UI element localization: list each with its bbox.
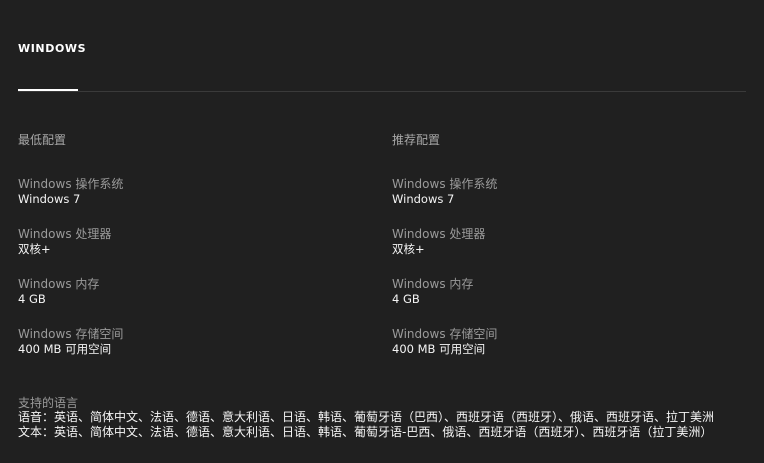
spec-processor: Windows 处理器 双核+: [18, 226, 358, 257]
spec-value: 4 GB: [392, 292, 420, 306]
spec-value: Windows 7: [18, 192, 81, 206]
spec-value: 400 MB 可用空间: [392, 342, 486, 356]
spec-label: Windows 存储空间: [392, 327, 498, 341]
minimum-requirements-title: 最低配置: [18, 133, 67, 147]
spec-label: Windows 处理器: [18, 227, 112, 241]
spec-value: 400 MB 可用空间: [18, 342, 112, 356]
text-languages: 文本：英语、简体中文、法语、德语、意大利语、日语、韩语、葡萄牙语-巴西、俄语、西…: [18, 425, 713, 439]
spec-os: Windows 操作系统 Windows 7: [392, 176, 732, 207]
spec-label: Windows 存储空间: [18, 327, 124, 341]
spec-label: Windows 内存: [392, 277, 474, 291]
spec-label: Windows 操作系统: [392, 177, 498, 191]
spec-memory: Windows 内存 4 GB: [392, 276, 732, 307]
supported-languages: 支持的语言 语音：英语、简体中文、法语、德语、意大利语、日语、韩语、葡萄牙语（巴…: [18, 396, 764, 440]
spec-os: Windows 操作系统 Windows 7: [18, 176, 358, 207]
spec-storage: Windows 存储空间 400 MB 可用空间: [392, 326, 732, 357]
spec-storage: Windows 存储空间 400 MB 可用空间: [18, 326, 358, 357]
spec-processor: Windows 处理器 双核+: [392, 226, 732, 257]
recommended-requirements-title: 推荐配置: [392, 133, 441, 147]
spec-label: Windows 操作系统: [18, 177, 124, 191]
recommended-requirements: 推荐配置 Windows 操作系统 Windows 7 Windows 处理器 …: [392, 131, 732, 356]
spec-value: 双核+: [18, 242, 51, 256]
spec-value: 4 GB: [18, 292, 46, 306]
platform-tab-bar: WINDOWS: [18, 0, 746, 92]
spec-label: Windows 内存: [18, 277, 100, 291]
tab-divider: [18, 91, 746, 92]
spec-value: 双核+: [392, 242, 425, 256]
spec-value: Windows 7: [392, 192, 455, 206]
spec-label: Windows 处理器: [392, 227, 486, 241]
tab-windows[interactable]: WINDOWS: [18, 42, 86, 55]
spec-memory: Windows 内存 4 GB: [18, 276, 358, 307]
audio-languages: 语音：英语、简体中文、法语、德语、意大利语、日语、韩语、葡萄牙语（巴西）、西班牙…: [18, 410, 715, 424]
minimum-requirements: 最低配置 Windows 操作系统 Windows 7 Windows 处理器 …: [18, 131, 358, 356]
supported-languages-title: 支持的语言: [18, 396, 79, 410]
